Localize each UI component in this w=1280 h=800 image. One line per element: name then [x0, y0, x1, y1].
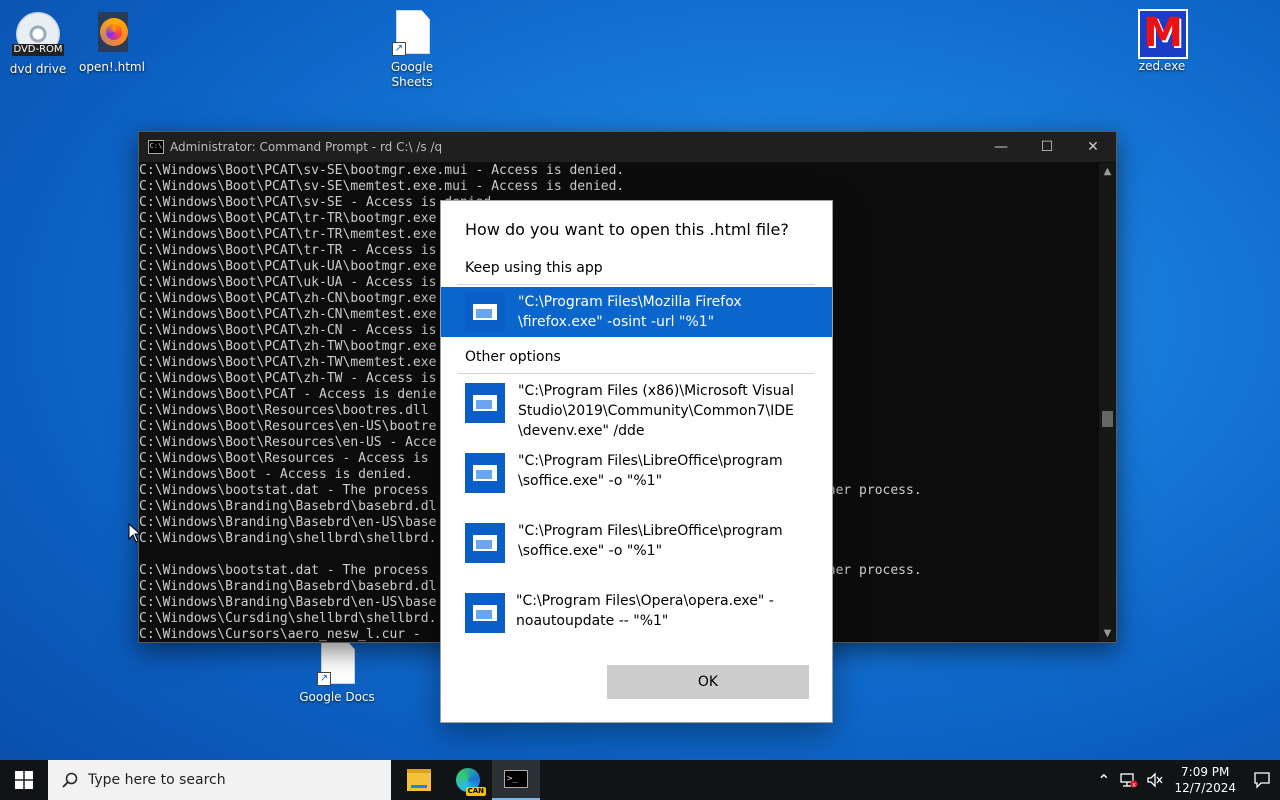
- notification-icon: [1254, 772, 1270, 789]
- scroll-up-icon[interactable]: ▲: [1099, 163, 1116, 180]
- option-opera[interactable]: "C:\Program Files\Opera\opera.exe" - noa…: [441, 591, 832, 641]
- desktop-icon-label: open!.html: [79, 60, 145, 74]
- open-with-dialog: How do you want to open this .html file?…: [440, 200, 833, 723]
- edge-icon: CAN: [456, 768, 486, 796]
- search-placeholder: Type here to search: [88, 772, 226, 788]
- keep-using-label: Keep using this app: [465, 260, 603, 276]
- windows-logo-icon: [15, 771, 33, 789]
- app-window-icon: [465, 593, 505, 633]
- app-window-icon: [465, 383, 505, 423]
- desktop-icon-dvd-drive[interactable]: DVD-ROM dvd drive: [0, 10, 76, 77]
- clock-time: 7:09 PM: [1181, 765, 1230, 779]
- option-text: "C:\Program Files\Mozilla Firefox \firef…: [518, 294, 742, 330]
- canary-badge: CAN: [465, 787, 486, 796]
- taskbar-search-box[interactable]: Type here to search: [48, 760, 391, 800]
- network-icon[interactable]: x: [1120, 772, 1138, 788]
- desktop-icon-label: Google Docs: [299, 690, 375, 704]
- option-libreoffice[interactable]: "C:\Program Files\LibreOffice\program \s…: [441, 451, 832, 511]
- desktop-icon-label: Google Sheets: [390, 60, 434, 89]
- option-text: "C:\Program Files (x86)\Microsoft Visual…: [518, 383, 795, 439]
- chevron-up-icon[interactable]: ⌃: [1097, 771, 1110, 790]
- option-text: "C:\Program Files\LibreOffice\program \s…: [518, 523, 783, 559]
- zed-m-icon: M: [1138, 9, 1188, 59]
- desktop-icon-open-html[interactable]: open!.html: [74, 10, 150, 75]
- app-window-icon: [465, 523, 505, 563]
- start-button[interactable]: [0, 760, 48, 800]
- scroll-thumb[interactable]: [1102, 411, 1113, 427]
- cmd-scrollbar[interactable]: ▲ ▼: [1099, 163, 1116, 642]
- taskbar: Type here to search CAN >_ ⌃ x 7:09 PM 1…: [0, 760, 1280, 800]
- desktop-icon-label: zed.exe: [1138, 59, 1186, 73]
- cmd-icon: C:\: [148, 140, 164, 154]
- folder-icon: [407, 769, 431, 791]
- action-center-button[interactable]: [1244, 760, 1280, 800]
- desktop-icon-zed-exe[interactable]: M zed.exe: [1124, 8, 1200, 74]
- option-libreoffice-2[interactable]: "C:\Program Files\LibreOffice\program \s…: [441, 521, 832, 581]
- ok-button[interactable]: OK: [607, 665, 809, 699]
- cmd-title-bar[interactable]: C:\ Administrator: Command Prompt - rd C…: [139, 132, 1116, 162]
- svg-text:x: x: [1133, 781, 1137, 788]
- other-options-label: Other options: [465, 349, 561, 365]
- maximize-button[interactable]: ☐: [1024, 132, 1070, 162]
- minimize-button[interactable]: —: [978, 132, 1024, 162]
- document-shortcut-icon: ↗: [388, 10, 436, 58]
- clock-date: 12/7/2024: [1174, 781, 1236, 795]
- cmd-icon: >_: [504, 770, 528, 788]
- divider: [457, 284, 815, 285]
- volume-muted-icon[interactable]: [1146, 772, 1164, 788]
- dvd-rom-badge: DVD-ROM: [12, 44, 64, 56]
- option-text: "C:\Program Files\LibreOffice\program \s…: [518, 453, 783, 489]
- dialog-title: How do you want to open this .html file?: [465, 220, 789, 239]
- option-visual-studio[interactable]: "C:\Program Files (x86)\Microsoft Visual…: [441, 381, 832, 443]
- shortcut-arrow-icon: ↗: [392, 42, 406, 56]
- app-window-icon: [465, 453, 505, 493]
- clock[interactable]: 7:09 PM 12/7/2024: [1174, 764, 1236, 796]
- desktop-icon-google-sheets[interactable]: ↗ Google Sheets: [374, 10, 450, 90]
- taskbar-file-explorer[interactable]: [395, 760, 443, 800]
- shortcut-arrow-icon: ↗: [317, 672, 331, 686]
- search-icon: [62, 772, 78, 788]
- cmd-window-title: Administrator: Command Prompt - rd C:\ /…: [170, 140, 443, 154]
- desktop-icon-google-docs[interactable]: ↗ Google Docs: [299, 640, 375, 705]
- scroll-down-icon[interactable]: ▼: [1099, 625, 1116, 642]
- document-shortcut-icon: ↗: [313, 640, 361, 688]
- taskbar-command-prompt[interactable]: >_: [492, 760, 540, 800]
- close-button[interactable]: ✕: [1070, 132, 1116, 162]
- taskbar-edge-canary[interactable]: CAN: [444, 760, 492, 800]
- desktop-icon-label: dvd drive: [9, 62, 67, 76]
- app-window-icon: [465, 292, 505, 332]
- option-firefox[interactable]: "C:\Program Files\Mozilla Firefox \firef…: [441, 287, 832, 337]
- option-text: "C:\Program Files\Opera\opera.exe" - noa…: [516, 593, 774, 629]
- divider: [457, 373, 815, 374]
- firefox-html-icon: [88, 10, 136, 58]
- system-tray: ⌃ x 7:09 PM 12/7/2024: [1091, 760, 1280, 800]
- dvd-drive-icon: DVD-ROM: [12, 12, 64, 60]
